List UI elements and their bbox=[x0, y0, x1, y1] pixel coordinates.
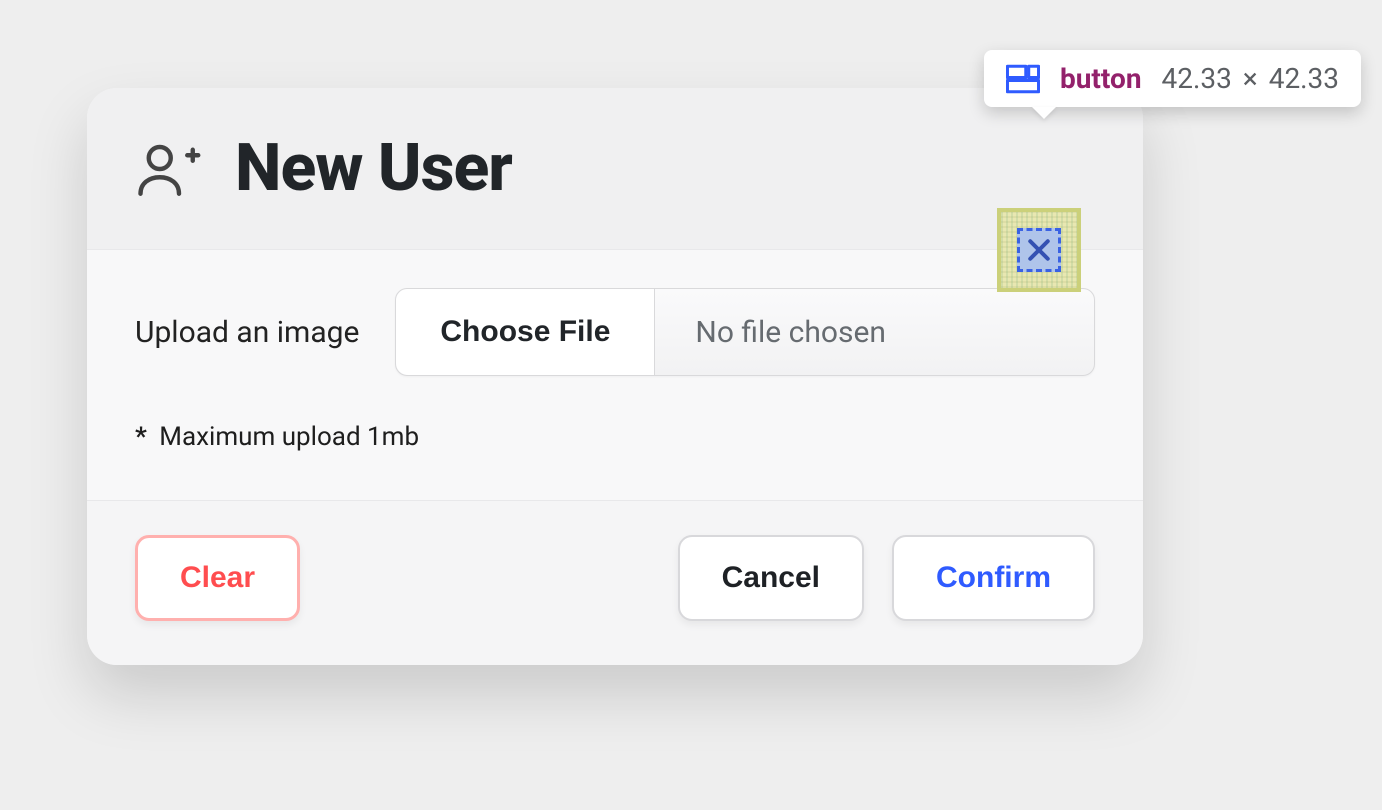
dialog-header: New User bbox=[87, 88, 1143, 249]
upload-helper-label: Maximum upload 1mb bbox=[159, 422, 419, 452]
new-user-dialog: New User Upload an image Choose File No … bbox=[87, 88, 1143, 665]
close-icon bbox=[1024, 235, 1054, 265]
upload-helper-text: * Maximum upload 1mb bbox=[135, 422, 1095, 452]
layout-icon bbox=[1006, 64, 1040, 94]
file-chosen-text: No file chosen bbox=[655, 289, 1094, 375]
tooltip-element-tag: button bbox=[1060, 62, 1142, 95]
tooltip-dimensions: 42.33 × 42.33 bbox=[1162, 62, 1340, 95]
dialog-title: New User bbox=[235, 130, 512, 207]
close-button[interactable] bbox=[1017, 228, 1061, 272]
confirm-button[interactable]: Confirm bbox=[892, 535, 1095, 621]
times-icon: × bbox=[1239, 62, 1262, 95]
tooltip-height: 42.33 bbox=[1269, 62, 1339, 95]
tooltip-width: 42.33 bbox=[1162, 62, 1232, 95]
dialog-body: Upload an image Choose File No file chos… bbox=[87, 249, 1143, 501]
choose-file-button[interactable]: Choose File bbox=[396, 289, 655, 375]
asterisk-icon: * bbox=[135, 422, 147, 452]
dialog-footer: Clear Cancel Confirm bbox=[87, 501, 1143, 665]
file-input[interactable]: Choose File No file chosen bbox=[395, 288, 1095, 376]
upload-row: Upload an image Choose File No file chos… bbox=[135, 288, 1095, 376]
clear-button[interactable]: Clear bbox=[135, 535, 300, 621]
devtools-tooltip: button 42.33 × 42.33 bbox=[984, 50, 1361, 107]
close-button-highlight bbox=[997, 208, 1081, 292]
user-plus-icon bbox=[135, 136, 201, 202]
cancel-button[interactable]: Cancel bbox=[678, 535, 864, 621]
upload-label: Upload an image bbox=[135, 315, 359, 350]
